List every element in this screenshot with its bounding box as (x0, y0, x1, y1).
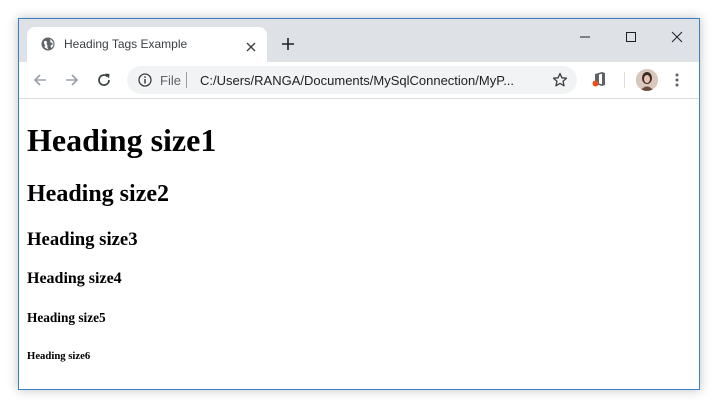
heading-5: Heading size5 (27, 310, 106, 325)
scheme-label: File (160, 73, 181, 88)
heading-6: Heading size6 (27, 350, 91, 362)
avatar[interactable] (636, 69, 658, 91)
back-icon[interactable] (31, 71, 49, 89)
toolbar: File C:/Users/RANGA/Documents/MySqlConne… (19, 62, 699, 99)
star-icon[interactable] (552, 72, 568, 88)
page-content: Heading size1 Heading size2 Heading size… (19, 99, 699, 389)
url-text[interactable]: C:/Users/RANGA/Documents/MySqlConnection… (200, 73, 540, 88)
info-icon[interactable] (138, 73, 152, 87)
reload-icon[interactable] (95, 71, 113, 89)
heading-3: Heading size3 (27, 229, 138, 250)
plus-icon[interactable] (281, 37, 295, 51)
office-extension-icon[interactable] (591, 70, 609, 88)
close-icon[interactable] (246, 39, 256, 52)
browser-tab[interactable]: Heading Tags Example (27, 27, 267, 62)
forward-icon[interactable] (63, 71, 81, 89)
heading-1: Heading size1 (27, 122, 217, 158)
window-close-icon[interactable] (662, 27, 692, 47)
address-separator (186, 72, 187, 88)
tab-title: Heading Tags Example (64, 37, 188, 51)
maximize-icon[interactable] (616, 27, 646, 47)
heading-4: Heading size4 (27, 270, 122, 287)
heading-2: Heading size2 (27, 181, 169, 207)
title-bar: Heading Tags Example (19, 19, 699, 62)
minimize-icon[interactable] (570, 27, 600, 47)
kebab-menu-icon[interactable] (674, 72, 680, 88)
globe-icon (41, 37, 55, 51)
toolbar-divider (624, 72, 625, 88)
browser-window: Heading Tags Example File C:/Users/RANGA… (18, 18, 700, 390)
address-bar[interactable]: File C:/Users/RANGA/Documents/MySqlConne… (127, 66, 577, 94)
